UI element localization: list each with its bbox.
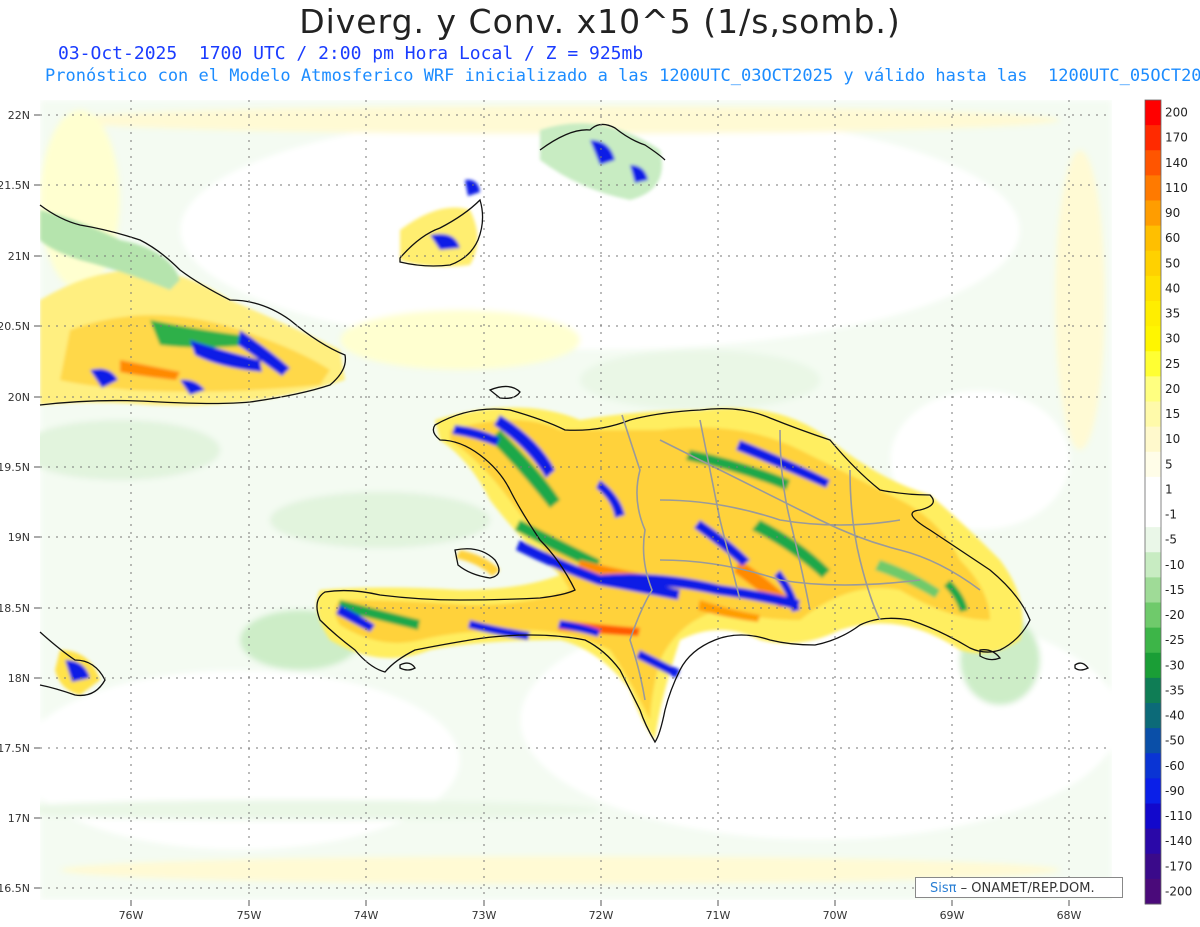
colorbar-label: -200 xyxy=(1165,884,1192,898)
sispi-logo: Sisπ xyxy=(930,881,957,896)
colorbar-swatch xyxy=(1145,878,1161,905)
colorbar-label: -40 xyxy=(1165,709,1185,723)
colorbar-swatch xyxy=(1145,602,1161,629)
colorbar-label: 110 xyxy=(1165,181,1188,195)
colorbar-label: 90 xyxy=(1165,206,1180,220)
longitude-labels: 76W 75W 74W 73W 72W 71W 70W 69W 68W xyxy=(119,909,1082,922)
colorbar-label: -1 xyxy=(1165,508,1177,522)
colorbar-label: 30 xyxy=(1165,332,1180,346)
colorbar-label: 170 xyxy=(1165,131,1188,145)
colorbar-label: -25 xyxy=(1165,633,1185,647)
colorbar-swatch xyxy=(1145,502,1161,528)
lon-label: 76W xyxy=(119,909,144,922)
colorbar-swatch xyxy=(1145,803,1161,830)
colorbar-label: -30 xyxy=(1165,658,1185,672)
lat-label: 19N xyxy=(8,531,30,544)
colorbar-swatch xyxy=(1145,476,1161,503)
colorbar-label: -60 xyxy=(1165,759,1185,773)
colorbar-swatch xyxy=(1145,250,1161,277)
lat-label: 16.5N xyxy=(0,882,30,895)
credit-box: Sisπ – ONAMET/REP.DOM. xyxy=(915,877,1123,898)
colorbar-label: -90 xyxy=(1165,784,1185,798)
colorbar-swatch xyxy=(1145,753,1161,779)
colorbar-label: -170 xyxy=(1165,859,1192,873)
colorbar-swatch xyxy=(1145,577,1161,603)
colorbar-swatch xyxy=(1145,703,1161,729)
colorbar-swatch xyxy=(1145,627,1161,654)
colorbar-swatch xyxy=(1145,401,1161,428)
colorbar-label: 5 xyxy=(1165,457,1173,471)
colorbar-label: 20 xyxy=(1165,382,1180,396)
lat-label: 20.5N xyxy=(0,320,30,333)
lon-label: 72W xyxy=(589,909,614,922)
colorbar-swatch xyxy=(1145,225,1161,252)
colorbar-label: 35 xyxy=(1165,307,1180,321)
colorbar-label: -15 xyxy=(1165,583,1185,597)
lon-label: 68W xyxy=(1057,909,1082,922)
lon-label: 69W xyxy=(940,909,965,922)
colorbar-label: -35 xyxy=(1165,683,1185,697)
lon-label: 73W xyxy=(472,909,497,922)
colorbar-swatch xyxy=(1145,301,1161,327)
lat-label: 19.5N xyxy=(0,461,30,474)
lon-label: 71W xyxy=(706,909,731,922)
credit-text: – ONAMET/REP.DOM. xyxy=(956,881,1095,896)
colorbar-swatch xyxy=(1145,275,1161,302)
colorbar-label: -10 xyxy=(1165,558,1185,572)
latitude-labels: 22N 21.5N 21N 20.5N 20N 19.5N 19N 18.5N … xyxy=(0,109,30,895)
lat-label: 18N xyxy=(8,672,30,685)
lat-label: 21.5N xyxy=(0,179,30,192)
colorbar-label: 200 xyxy=(1165,106,1188,120)
lon-label: 75W xyxy=(237,909,262,922)
lat-label: 21N xyxy=(8,250,30,263)
divergence-map: 22N 21.5N 21N 20.5N 20N 19.5N 19N 18.5N … xyxy=(0,99,1192,922)
colorbar-swatch xyxy=(1145,175,1161,201)
colorbar-label: -5 xyxy=(1165,533,1177,547)
colorbar-swatch xyxy=(1145,778,1161,804)
colorbar-swatch xyxy=(1145,200,1161,227)
colorbar-swatch xyxy=(1145,527,1161,553)
colorbar-swatch xyxy=(1145,451,1161,478)
colorbar-swatch xyxy=(1145,125,1161,151)
colorbar-label: 1 xyxy=(1165,482,1173,496)
colorbar-swatch xyxy=(1145,150,1161,176)
colorbar-label: 40 xyxy=(1165,281,1180,295)
colorbar-swatch xyxy=(1145,376,1161,402)
colorbar-label: -110 xyxy=(1165,809,1192,823)
lat-label: 18.5N xyxy=(0,602,30,615)
colorbar-label: -50 xyxy=(1165,734,1185,748)
lon-label: 70W xyxy=(823,909,848,922)
colorbar-swatch xyxy=(1145,652,1161,679)
colorbar-label: 60 xyxy=(1165,231,1180,245)
colorbar-swatch xyxy=(1145,351,1161,377)
colorbar-label: 25 xyxy=(1165,357,1180,371)
lat-label: 17N xyxy=(8,812,30,825)
colorbar-label: 10 xyxy=(1165,432,1180,446)
colorbar-swatch xyxy=(1145,100,1161,126)
lat-label: 22N xyxy=(8,109,30,122)
colorbar-label: 140 xyxy=(1165,156,1188,170)
colorbar-label: 15 xyxy=(1165,407,1180,421)
lat-label: 20N xyxy=(8,391,30,404)
colorbar-label: -140 xyxy=(1165,834,1192,848)
lon-label: 74W xyxy=(354,909,379,922)
colorbar-swatch xyxy=(1145,426,1161,453)
colorbar-swatch xyxy=(1145,552,1161,578)
colorbar-swatch xyxy=(1145,677,1161,704)
colorbar-label: 50 xyxy=(1165,256,1180,270)
colorbar-swatch xyxy=(1145,728,1161,754)
colorbar-swatch xyxy=(1145,828,1161,855)
colorbar-label: -20 xyxy=(1165,608,1185,622)
colorbar-swatch xyxy=(1145,853,1161,880)
colorbar: 200 170 140 110 90 60 50 40 35 30 25 20 15 10 5 1 -1 -5 -1… xyxy=(1144,99,1192,905)
colorbar-swatch xyxy=(1145,326,1161,352)
lat-label: 17.5N xyxy=(0,742,30,755)
